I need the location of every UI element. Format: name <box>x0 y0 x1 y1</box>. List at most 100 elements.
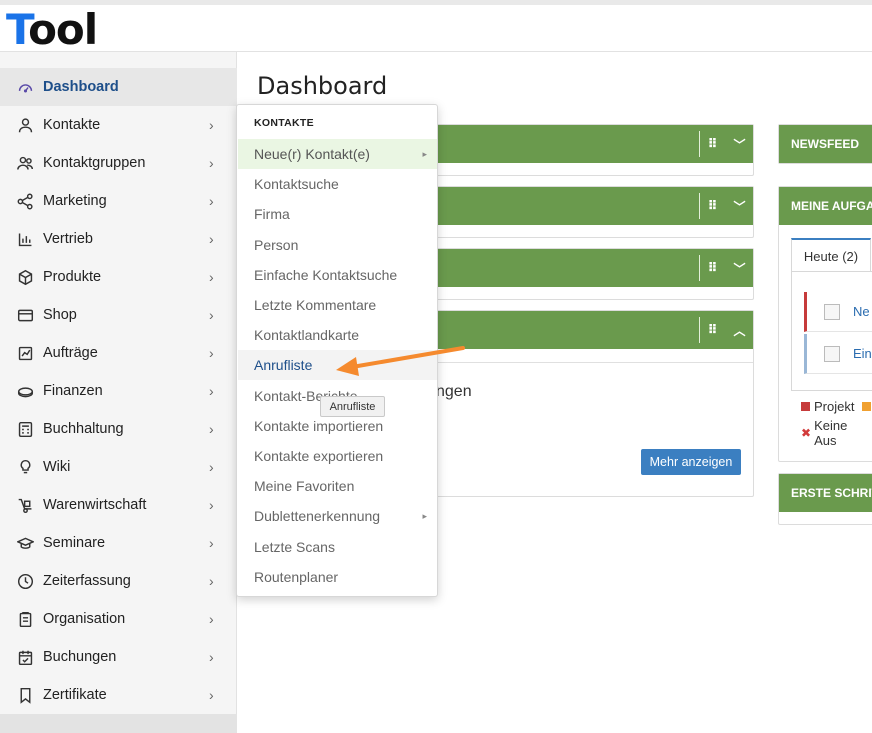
task-checkbox[interactable] <box>824 345 840 362</box>
chevron-right-icon: › <box>209 421 214 437</box>
menu-item-label: Letzte Scans <box>254 538 335 555</box>
tooltip: Anrufliste <box>320 396 385 417</box>
menu-item[interactable]: Person <box>238 230 437 260</box>
sidebar-item-label: Organisation <box>43 611 126 627</box>
sidebar-item-label: Kontakte <box>43 117 101 133</box>
tasks-header: MEINE AUFGA <box>779 187 872 225</box>
drag-handle-icon[interactable]: ⠿ <box>707 260 718 276</box>
sidebar-item-shop[interactable]: Shop › <box>0 296 237 334</box>
sidebar-item-kontakte[interactable]: Kontakte › <box>0 106 237 144</box>
sidebar-item-buchungen[interactable]: Buchungen › <box>0 638 237 676</box>
menu-item[interactable]: Letzte Kommentare <box>238 290 437 320</box>
sidebar-item-zertifikate[interactable]: Zertifikate › <box>0 676 237 714</box>
sidebar-item-dashboard[interactable]: Dashboard <box>0 68 237 106</box>
menu-item-label: Letzte Kommentare <box>254 297 377 313</box>
menu-item-label: Anrufliste <box>254 357 313 374</box>
legend-label: Keine Aus <box>814 418 848 448</box>
chevron-right-icon: › <box>209 459 214 475</box>
share-network-icon <box>15 191 35 211</box>
calculator-icon <box>15 419 35 439</box>
menu-item[interactable]: Dublettenerkennung ▸ <box>238 501 437 531</box>
tab-heute[interactable]: Heute (2) <box>791 238 871 272</box>
sidebar-item-label: Finanzen <box>43 383 103 399</box>
legend-color-swatch <box>862 402 872 411</box>
chevron-right-icon: › <box>209 345 214 361</box>
calendar-check-icon <box>15 647 35 667</box>
sidebar-item-kontaktgruppen[interactable]: Kontaktgruppen › <box>0 144 237 182</box>
menu-item[interactable]: Kontaktsuche <box>238 169 437 199</box>
chevron-right-icon: › <box>209 307 214 323</box>
menu-item[interactable]: Meine Favoriten <box>238 471 437 501</box>
menu-item-label: Einfache Kontaktsuche <box>254 266 398 283</box>
legend-none: ✖ Keine Aus <box>801 418 872 448</box>
chevron-right-icon: › <box>209 535 214 551</box>
sidebar-item-label: Zertifikate <box>43 687 107 703</box>
chevron-down-icon[interactable]: ﹀ <box>734 198 746 215</box>
sidebar-item-zeiterfassung[interactable]: Zeiterfassung › <box>0 562 237 600</box>
drag-handle-icon[interactable]: ⠿ <box>707 198 718 214</box>
task-row: Ne <box>804 292 872 332</box>
drag-handle-icon[interactable]: ⠿ <box>707 136 718 152</box>
menu-item[interactable]: Kontakte exportieren <box>238 441 437 471</box>
newsfeed-widget: NEWSFEED <box>778 124 872 164</box>
sidebar-item-label: Wiki <box>43 459 71 475</box>
task-checkbox[interactable] <box>824 303 840 320</box>
close-x-icon: ✖ <box>801 426 812 440</box>
bar-chart-icon <box>15 229 35 249</box>
sidebar-item-finanzen[interactable]: Finanzen › <box>0 372 237 410</box>
chevron-right-icon: › <box>209 687 214 703</box>
menu-item-label: Kontakte importieren <box>254 417 384 434</box>
sidebar-item-organisation[interactable]: Organisation › <box>0 600 237 638</box>
drag-handle-icon[interactable]: ⠿ <box>707 322 718 338</box>
sidebar-item-label: Aufträge <box>43 345 98 361</box>
sidebar-item-aufträge[interactable]: Aufträge › <box>0 334 237 372</box>
sidebar-item-wiki[interactable]: Wiki › <box>0 448 237 486</box>
menu-item-label: Meine Favoriten <box>254 478 355 495</box>
chevron-right-icon: › <box>209 193 214 209</box>
lightbulb-icon <box>15 457 35 477</box>
people-group-icon <box>15 153 35 173</box>
sidebar-item-marketing[interactable]: Marketing › <box>0 182 237 220</box>
chevron-down-icon[interactable]: ﹀ <box>734 136 746 153</box>
hand-truck-icon <box>15 495 35 515</box>
sidebar-item-label: Zeiterfassung <box>43 573 131 589</box>
task-link[interactable]: Ne <box>853 304 870 319</box>
widget-partial-text: ngen <box>436 383 472 400</box>
chevron-right-icon: › <box>209 649 214 665</box>
menu-item-label: Firma <box>254 206 290 223</box>
credit-card-icon <box>15 305 35 325</box>
menu-item-label: Neue(r) Kontakt(e) <box>254 146 370 162</box>
clock-icon <box>15 571 35 591</box>
sidebar-item-label: Vertrieb <box>43 231 93 247</box>
legend-project: Projekt <box>801 399 872 414</box>
menu-item[interactable]: Routenplaner <box>238 562 437 592</box>
submenu-arrow-icon: ▸ <box>422 510 427 521</box>
sidebar-item-buchhaltung[interactable]: Buchhaltung › <box>0 410 237 448</box>
bookmark-icon <box>15 685 35 705</box>
sidebar-item-seminare[interactable]: Seminare › <box>0 524 237 562</box>
sidebar-item-produkte[interactable]: Produkte › <box>0 258 237 296</box>
sidebar-footer <box>0 714 237 733</box>
menu-item[interactable]: Firma <box>238 199 437 229</box>
app-logo[interactable]: Tool <box>6 8 98 52</box>
page-title: Dashboard <box>257 72 388 100</box>
sidebar-item-vertrieb[interactable]: Vertrieb › <box>0 220 237 258</box>
chevron-down-icon[interactable]: ﹀ <box>734 260 746 277</box>
sidebar-item-warenwirtschaft[interactable]: Warenwirtschaft › <box>0 486 237 524</box>
orange-arrow-annotation <box>336 346 465 376</box>
chevron-right-icon: › <box>209 611 214 627</box>
coins-icon <box>15 381 35 401</box>
newsfeed-header: NEWSFEED <box>779 125 872 163</box>
task-link[interactable]: Ein <box>853 346 872 361</box>
chevron-right-icon: › <box>209 231 214 247</box>
menu-item[interactable]: Einfache Kontaktsuche <box>238 260 437 290</box>
top-bar: Tool <box>0 0 872 52</box>
sidebar-item-label: Shop <box>43 307 77 323</box>
menu-item-label: Kontaktsuche <box>254 176 339 193</box>
chevron-up-icon[interactable]: ︿ <box>734 322 746 339</box>
menu-item[interactable]: Letzte Scans <box>238 532 437 562</box>
menu-item[interactable]: Neue(r) Kontakt(e) ▸ <box>238 139 437 169</box>
graduation-cap-icon <box>15 533 35 553</box>
sidebar-item-label: Seminare <box>43 535 106 551</box>
show-more-button[interactable]: Mehr anzeigen <box>641 449 741 475</box>
